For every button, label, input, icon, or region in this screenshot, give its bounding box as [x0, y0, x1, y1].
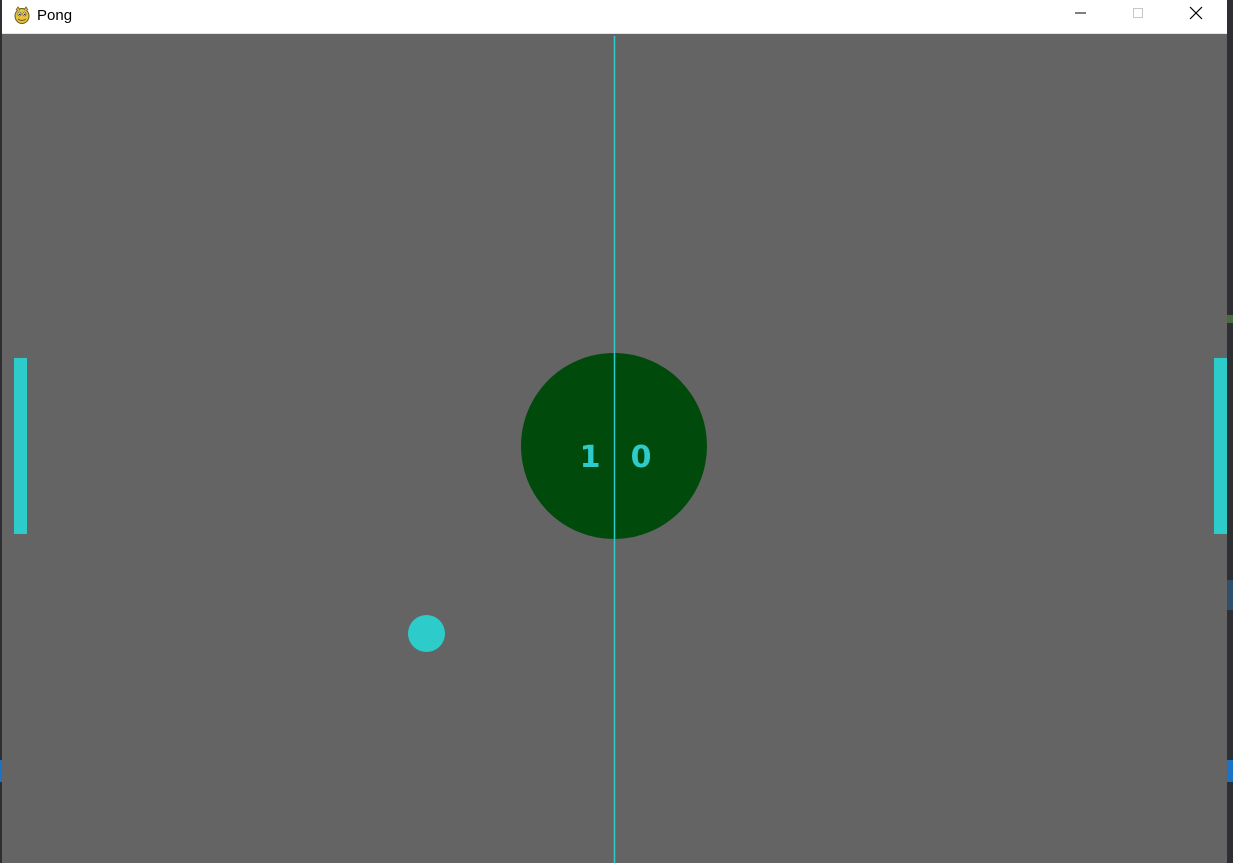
- desktop-background-right: [1227, 0, 1233, 863]
- title-bar[interactable]: Pong: [2, 0, 1227, 34]
- desktop-window-fragment: [1227, 315, 1233, 323]
- window-title: Pong: [37, 7, 73, 24]
- game-field: 1 0: [2, 34, 1227, 863]
- maximize-icon: [1132, 6, 1144, 24]
- score-left: 1: [580, 440, 601, 475]
- game-canvas[interactable]: 1 0: [2, 34, 1227, 863]
- close-icon: [1189, 6, 1203, 25]
- left-paddle: [14, 358, 27, 534]
- desktop-window-fragment: [1227, 580, 1233, 610]
- score-right: 0: [631, 440, 652, 475]
- ball: [408, 615, 445, 652]
- minimize-button[interactable]: [1051, 0, 1109, 30]
- maximize-button[interactable]: [1109, 0, 1167, 30]
- desktop-taskbar-fragment: [1227, 760, 1233, 782]
- minimize-icon: [1074, 6, 1086, 24]
- close-button[interactable]: [1167, 0, 1225, 30]
- pygame-snake-icon: [12, 5, 32, 25]
- pong-window: Pong 1 0: [2, 0, 1227, 863]
- right-paddle: [1214, 358, 1227, 534]
